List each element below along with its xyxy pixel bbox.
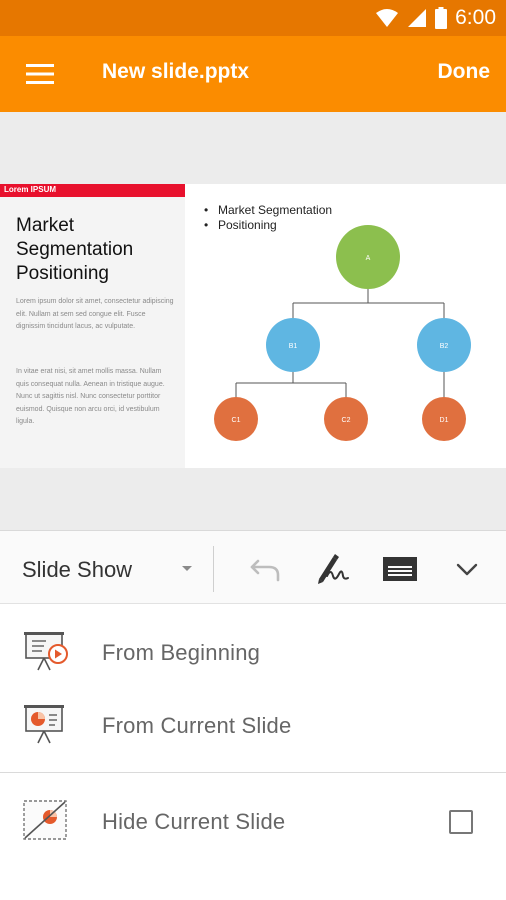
wifi-icon xyxy=(376,9,399,27)
slide-preview[interactable]: Lorem IPSUM Market Segmentation Position… xyxy=(0,184,506,468)
undo-icon xyxy=(250,559,280,582)
mode-dropdown-label: Slide Show xyxy=(22,557,133,582)
slide-tag-bar: Lorem IPSUM xyxy=(0,184,185,197)
done-button[interactable]: Done xyxy=(438,60,491,84)
menu-item-label: From Beginning xyxy=(102,640,261,665)
menu-item-label: Hide Current Slide xyxy=(102,809,286,834)
slide-tag-text: Lorem IPSUM xyxy=(4,185,57,194)
signal-icon xyxy=(408,9,427,27)
node-c1: C1 xyxy=(214,397,258,441)
bottom-toolbar: Slide Show xyxy=(0,530,506,604)
menu-divider xyxy=(0,772,506,773)
slide-canvas[interactable]: Lorem IPSUM Market Segmentation Position… xyxy=(0,112,506,530)
org-chart: A B1 B2 C1 C2 D1 xyxy=(214,225,471,441)
app-screen: 6:00 New slide.pptx Done Lorem IPSUM Mar… xyxy=(0,0,506,900)
hide-slide-checkbox[interactable] xyxy=(449,810,473,834)
node-c2-label: C2 xyxy=(342,417,351,424)
app-bar: New slide.pptx Done xyxy=(0,36,506,112)
keyboard-button[interactable] xyxy=(380,549,420,589)
hamburger-menu-button[interactable] xyxy=(18,56,62,92)
node-c1-label: C1 xyxy=(232,417,241,424)
slide-paragraph-2: In vitae erat nisi, sit amet mollis mass… xyxy=(16,368,165,426)
caret-down-icon xyxy=(182,566,192,571)
chevron-down-icon xyxy=(456,563,478,576)
node-b2: B2 xyxy=(417,318,471,372)
node-a-label: A xyxy=(366,255,371,262)
undo-button[interactable] xyxy=(245,549,285,589)
node-b1-label: B1 xyxy=(289,343,298,350)
battery-icon xyxy=(435,7,448,29)
status-time: 6:00 xyxy=(455,6,496,29)
menu-item-label: From Current Slide xyxy=(102,713,292,738)
menu-item-hide-current-slide[interactable]: Hide Current Slide xyxy=(0,785,506,857)
node-b2-label: B2 xyxy=(440,343,449,350)
slideshow-from-beginning-icon xyxy=(24,632,68,671)
document-title: New slide.pptx xyxy=(102,60,250,83)
node-d1-label: D1 xyxy=(440,417,449,424)
status-bar: 6:00 xyxy=(0,0,506,36)
menu-item-from-current-slide[interactable]: From Current Slide xyxy=(0,689,506,761)
slideshow-from-current-icon xyxy=(24,705,64,744)
toolbar-expand-button[interactable] xyxy=(447,549,487,589)
node-c2: C2 xyxy=(324,397,368,441)
hamburger-menu-icon xyxy=(26,64,54,84)
pen-button[interactable] xyxy=(312,549,352,589)
node-d1: D1 xyxy=(422,397,466,441)
pen-signature-icon xyxy=(318,554,349,584)
status-icons: 6:00 xyxy=(375,4,496,32)
node-b1: B1 xyxy=(266,318,320,372)
hide-slide-icon xyxy=(23,800,67,840)
node-a: A xyxy=(336,225,400,289)
toolbar-divider xyxy=(213,546,214,592)
slide-title: Market Segmentation Positioning xyxy=(16,215,134,284)
keyboard-box-icon xyxy=(383,557,417,581)
mode-dropdown[interactable]: Slide Show xyxy=(22,549,202,589)
menu-item-from-beginning[interactable]: From Beginning xyxy=(0,616,506,688)
slide-paragraph-1: Lorem ipsum dolor sit amet, consectetur … xyxy=(16,298,174,331)
